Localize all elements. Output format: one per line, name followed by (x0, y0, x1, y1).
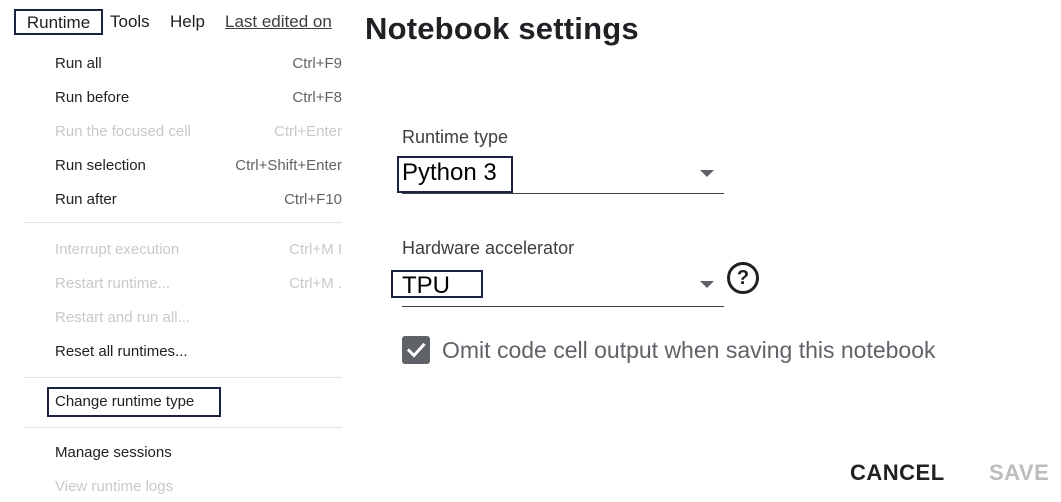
menu-item-shortcut: Ctrl+Shift+Enter (235, 157, 342, 174)
hardware-accelerator-highlight (391, 270, 483, 298)
menu-item-label: Run after (55, 191, 117, 208)
menu-item-restart-and-run-all: Restart and run all... (0, 301, 342, 335)
save-button[interactable]: SAVE (989, 460, 1049, 486)
menu-item-view-runtime-logs: View runtime logs (0, 470, 342, 502)
menu-runtime[interactable]: Runtime (14, 9, 103, 35)
omit-output-checkbox[interactable] (402, 336, 430, 364)
menu-item-reset-all-runtimes[interactable]: Reset all runtimes... (0, 335, 342, 369)
menu-item-label: Restart runtime... (55, 275, 171, 292)
cancel-button[interactable]: CANCEL (850, 460, 945, 486)
menu-item-run-all[interactable]: Run all Ctrl+F9 (0, 47, 342, 81)
menu-item-restart-runtime: Restart runtime... Ctrl+M . (0, 267, 342, 301)
menu-item-shortcut: Ctrl+F9 (292, 55, 342, 72)
menu-item-label: Manage sessions (55, 444, 172, 461)
menu-item-interrupt-execution: Interrupt execution Ctrl+M I (0, 233, 342, 267)
menu-item-label: Run selection (55, 157, 146, 174)
menu-help[interactable]: Help (170, 11, 205, 33)
change-runtime-type-highlight (47, 387, 221, 417)
runtime-menu: Run all Ctrl+F9 Run before Ctrl+F8 Run t… (0, 44, 342, 502)
menu-item-label: Run the focused cell (55, 123, 191, 140)
last-edited-link[interactable]: Last edited on (225, 11, 332, 33)
runtime-type-label: Runtime type (402, 127, 509, 147)
caret-down-icon (700, 170, 714, 177)
menu-item-run-after[interactable]: Run after Ctrl+F10 (0, 183, 342, 217)
menu-item-run-focused-cell: Run the focused cell Ctrl+Enter (0, 115, 342, 149)
menu-divider (24, 377, 342, 378)
help-circle-icon[interactable]: ? (727, 262, 759, 294)
menu-divider (24, 427, 342, 428)
menu-item-shortcut: Ctrl+F10 (284, 191, 342, 208)
menu-item-run-selection[interactable]: Run selection Ctrl+Shift+Enter (0, 149, 342, 183)
check-icon (406, 342, 426, 358)
caret-down-icon (700, 281, 714, 288)
menu-bar: Runtime Tools Help Last edited on (0, 0, 342, 44)
menu-tools[interactable]: Tools (110, 11, 150, 33)
menu-item-label: View runtime logs (55, 478, 174, 495)
menu-divider (24, 222, 342, 223)
menu-item-label: Restart and run all... (55, 309, 191, 326)
menu-item-shortcut: Ctrl+F8 (292, 89, 342, 106)
menu-item-shortcut: Ctrl+Enter (274, 123, 342, 140)
menu-item-shortcut: Ctrl+M . (289, 275, 342, 292)
hardware-accelerator-label: Hardware accelerator (402, 238, 575, 258)
menu-item-label: Interrupt execution (55, 241, 180, 258)
menu-item-label: Run before (55, 89, 130, 106)
runtime-type-highlight (397, 156, 513, 193)
dialog-title: Notebook settings (365, 11, 639, 46)
menu-item-shortcut: Ctrl+M I (289, 241, 342, 258)
omit-output-label: Omit code cell output when saving this n… (442, 337, 936, 363)
menu-item-label: Run all (55, 55, 102, 72)
menu-item-manage-sessions[interactable]: Manage sessions (0, 436, 342, 470)
menu-item-run-before[interactable]: Run before Ctrl+F8 (0, 81, 342, 115)
menu-item-label: Reset all runtimes... (55, 343, 188, 360)
